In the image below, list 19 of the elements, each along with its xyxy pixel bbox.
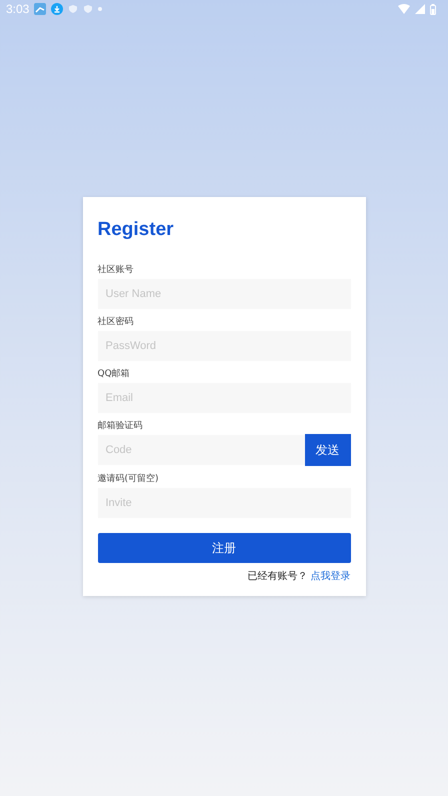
login-link[interactable]: 点我登录 [310,569,350,583]
field-label: 社区账号 [98,264,134,276]
footer-text: 已经有账号？ [248,570,308,583]
field-label: 社区密码 [98,316,134,328]
dot-icon [98,7,102,11]
field-label: 邀请码(可留空) [98,473,160,485]
field-label: 邮箱验证码 [98,420,144,432]
signal-icon [415,4,425,14]
status-time: 3:03 [6,2,30,16]
form-title: Register [98,219,175,241]
field-label: QQ邮箱 [98,368,131,380]
wifi-icon [398,4,410,14]
battery-icon [430,4,436,14]
send-button[interactable]: 发送 [304,434,350,466]
shield-icon [68,4,78,14]
shield-icon [83,4,94,14]
register-button[interactable]: 注册 [98,533,350,563]
app-notification-icon [34,3,46,15]
download-icon [51,3,64,15]
